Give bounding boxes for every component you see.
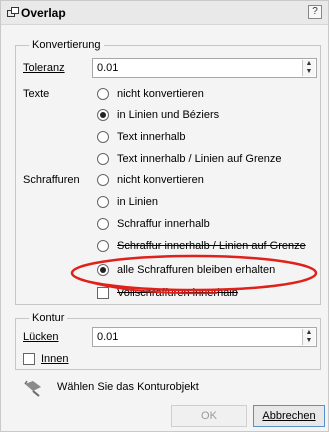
tolerance-spinbox[interactable]: 0.01 ▲ ▼ <box>92 58 317 78</box>
radio-button[interactable] <box>97 174 109 186</box>
radio-button[interactable] <box>97 196 109 208</box>
spin-down-icon[interactable]: ▼ <box>303 337 315 345</box>
overlap-icon <box>7 7 19 17</box>
hatch-option-label: Schraffur innerhalb <box>117 218 210 230</box>
spin-up-icon[interactable]: ▲ <box>303 329 315 337</box>
spin-down-icon[interactable]: ▼ <box>303 68 315 76</box>
hatch-option-label: in Linien <box>117 196 158 208</box>
conversion-legend: Konvertierung <box>29 39 104 51</box>
annotation-ellipse <box>70 254 318 295</box>
text-option-label: nicht konvertieren <box>117 88 204 100</box>
window-title: Overlap <box>21 6 66 20</box>
title-bar[interactable]: Overlap ? <box>1 1 328 25</box>
spin-up-icon[interactable]: ▲ <box>303 60 315 68</box>
ok-button[interactable]: OK <box>171 405 247 427</box>
hint-text: Wählen Sie das Konturobjekt <box>57 381 199 393</box>
gaps-value: 0.01 <box>97 331 119 343</box>
text-option-label: Text innerhalb / Linien auf Grenze <box>117 153 282 165</box>
texts-label: Texte <box>23 88 50 100</box>
contour-legend: Kontur <box>29 312 68 324</box>
text-option-label: in Linien und Béziers <box>117 109 220 121</box>
text-option-label: Text innerhalb <box>117 131 186 143</box>
radio-button-selected[interactable] <box>97 109 109 121</box>
help-button[interactable]: ? <box>308 5 322 19</box>
tolerance-label: Toleranz <box>23 62 65 74</box>
inner-label: Innen <box>41 353 69 365</box>
hatch-option-label: nicht konvertieren <box>117 174 204 186</box>
radio-button[interactable] <box>97 153 109 165</box>
radio-button[interactable] <box>97 88 109 100</box>
checkbox[interactable] <box>23 353 35 365</box>
cancel-button[interactable]: Abbrechen <box>253 405 325 427</box>
hatch-label: Schraffuren <box>23 174 80 186</box>
radio-button[interactable] <box>97 131 109 143</box>
gaps-label: Lücken <box>23 331 59 343</box>
pick-tool-icon <box>24 380 41 397</box>
gaps-spinbox[interactable]: 0.01 ▲ ▼ <box>92 327 317 347</box>
tolerance-value: 0.01 <box>97 62 119 74</box>
overlap-dialog: Overlap ? Konvertierung Toleranz 0.01 ▲ … <box>0 0 329 432</box>
radio-button[interactable] <box>97 218 109 230</box>
